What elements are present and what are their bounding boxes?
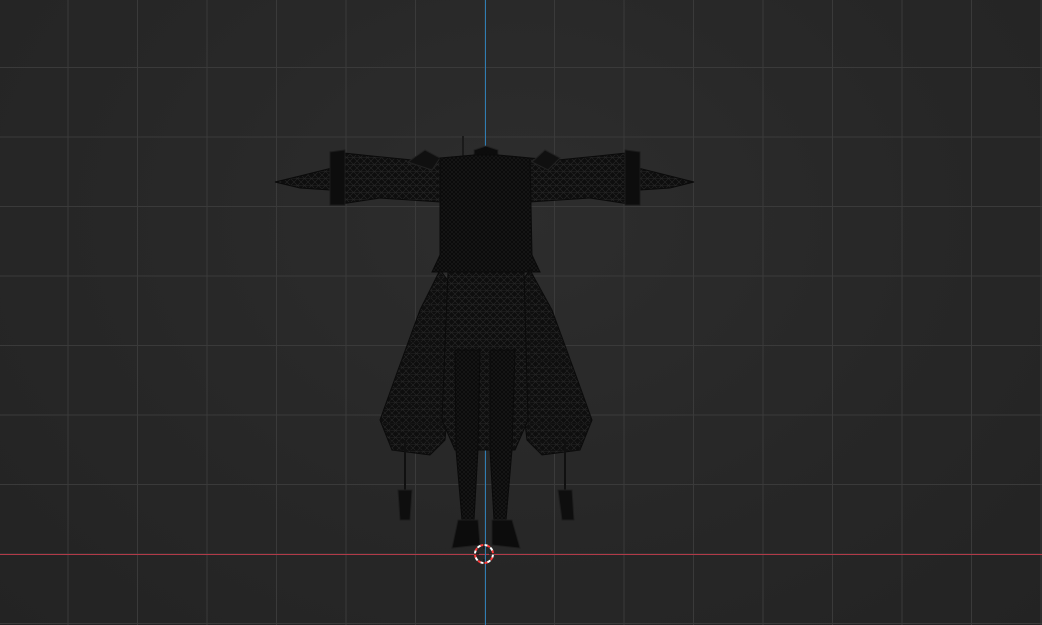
character-wireframe-icon[interactable] (0, 0, 1042, 625)
3d-viewport[interactable] (0, 0, 1042, 625)
coat-skirt (379, 269, 593, 456)
torso (431, 154, 541, 273)
3d-cursor-icon[interactable] (473, 543, 495, 565)
